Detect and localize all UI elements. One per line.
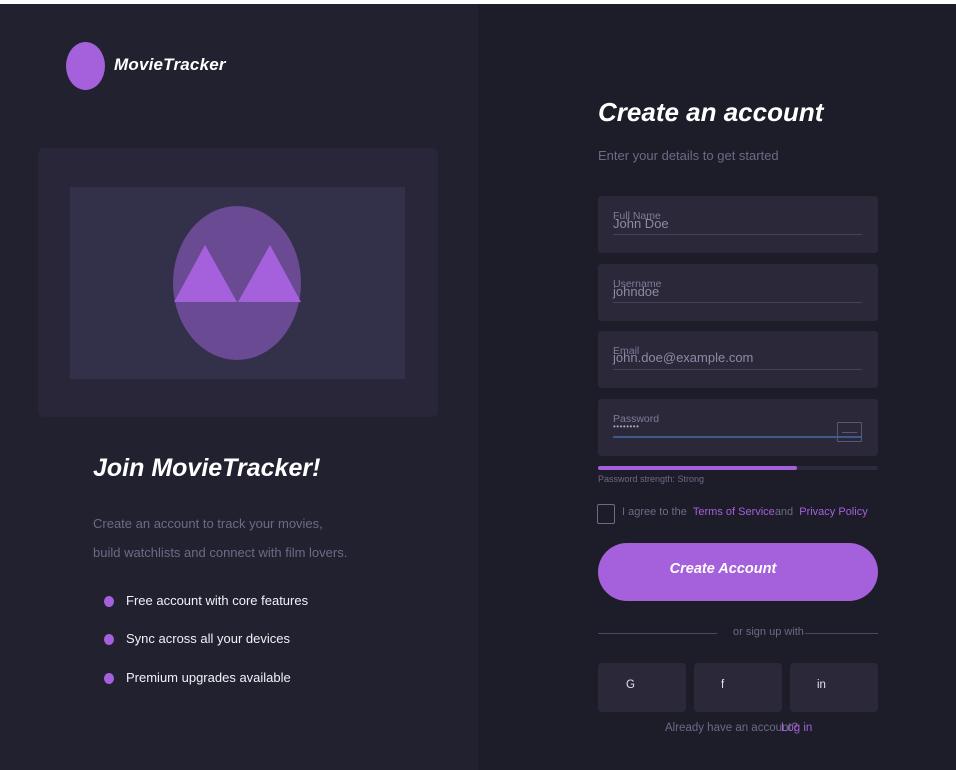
facebook-signup-button[interactable]: f [694,663,782,712]
form-title: Create an account [598,97,824,127]
join-description-line: Create an account to track your movies, [93,516,323,531]
password-strength-fill [598,466,797,470]
logo-icon [66,42,105,90]
password-strength-meter [598,466,878,470]
full-name-field[interactable]: Full Name John Doe [598,196,878,253]
bullet-icon [104,633,114,645]
linkedin-icon: in [817,679,826,691]
brand-name: MovieTracker [114,55,226,74]
feature-text: Free account with core features [126,592,309,608]
terms-agreement: I agree to the Terms of Serviceand Priva… [622,506,868,518]
terms-prefix: I agree to the [622,506,687,518]
terms-checkbox[interactable] [597,504,615,524]
linkedin-signup-button[interactable]: in [790,663,878,712]
login-prompt: Already have an account? [665,722,798,734]
terms-of-service-link[interactable]: Terms of Service [693,506,775,518]
terms-and: and [774,506,794,518]
google-signup-button[interactable]: G [598,663,686,712]
bullet-icon [104,595,114,607]
feature-text: Premium upgrades available [126,669,291,685]
feature-item: Sync across all your devices [104,628,290,648]
password-field[interactable]: Password •••••••• [598,399,878,456]
privacy-policy-link[interactable]: Privacy Policy [799,506,867,518]
email-field[interactable]: Email john.doe@example.com [598,331,878,388]
join-description: Create an account to track your movies, … [93,509,393,567]
field-underline [613,302,862,303]
email-value[interactable]: john.doe@example.com [613,350,753,365]
promo-panel: MovieTracker Join MovieTracker! Create a… [0,4,478,770]
hero-illustration-card [38,148,438,417]
full-name-value[interactable]: John Doe [613,216,669,231]
username-value[interactable]: johndoe [613,284,659,299]
password-value[interactable]: •••••••• [613,422,639,431]
login-link[interactable]: Log in [781,722,812,734]
field-underline [613,369,862,370]
facebook-icon: f [721,679,725,691]
bullet-icon [104,672,114,684]
hero-image-frame [70,187,405,379]
divider-text: or sign up with [733,626,804,638]
create-account-button[interactable]: Create Account [598,543,878,601]
feature-item: Free account with core features [104,590,308,610]
join-description-line: build watchlists and connect with film l… [93,545,348,560]
divider-line [598,633,717,634]
mountains-icon [173,206,301,360]
field-underline [613,436,862,438]
show-password-icon[interactable] [837,422,862,442]
feature-item: Premium upgrades available [104,667,291,687]
divider-line [805,633,878,634]
signup-page: MovieTracker Join MovieTracker! Create a… [0,4,956,770]
password-strength-text: Password strength: Strong [598,474,705,484]
join-title: Join MovieTracker! [93,454,321,482]
field-underline [613,234,862,235]
form-subtitle: Enter your details to get started [598,148,779,163]
google-icon: G [626,679,635,691]
username-field[interactable]: Username johndoe [598,264,878,321]
feature-text: Sync across all your devices [126,630,291,646]
